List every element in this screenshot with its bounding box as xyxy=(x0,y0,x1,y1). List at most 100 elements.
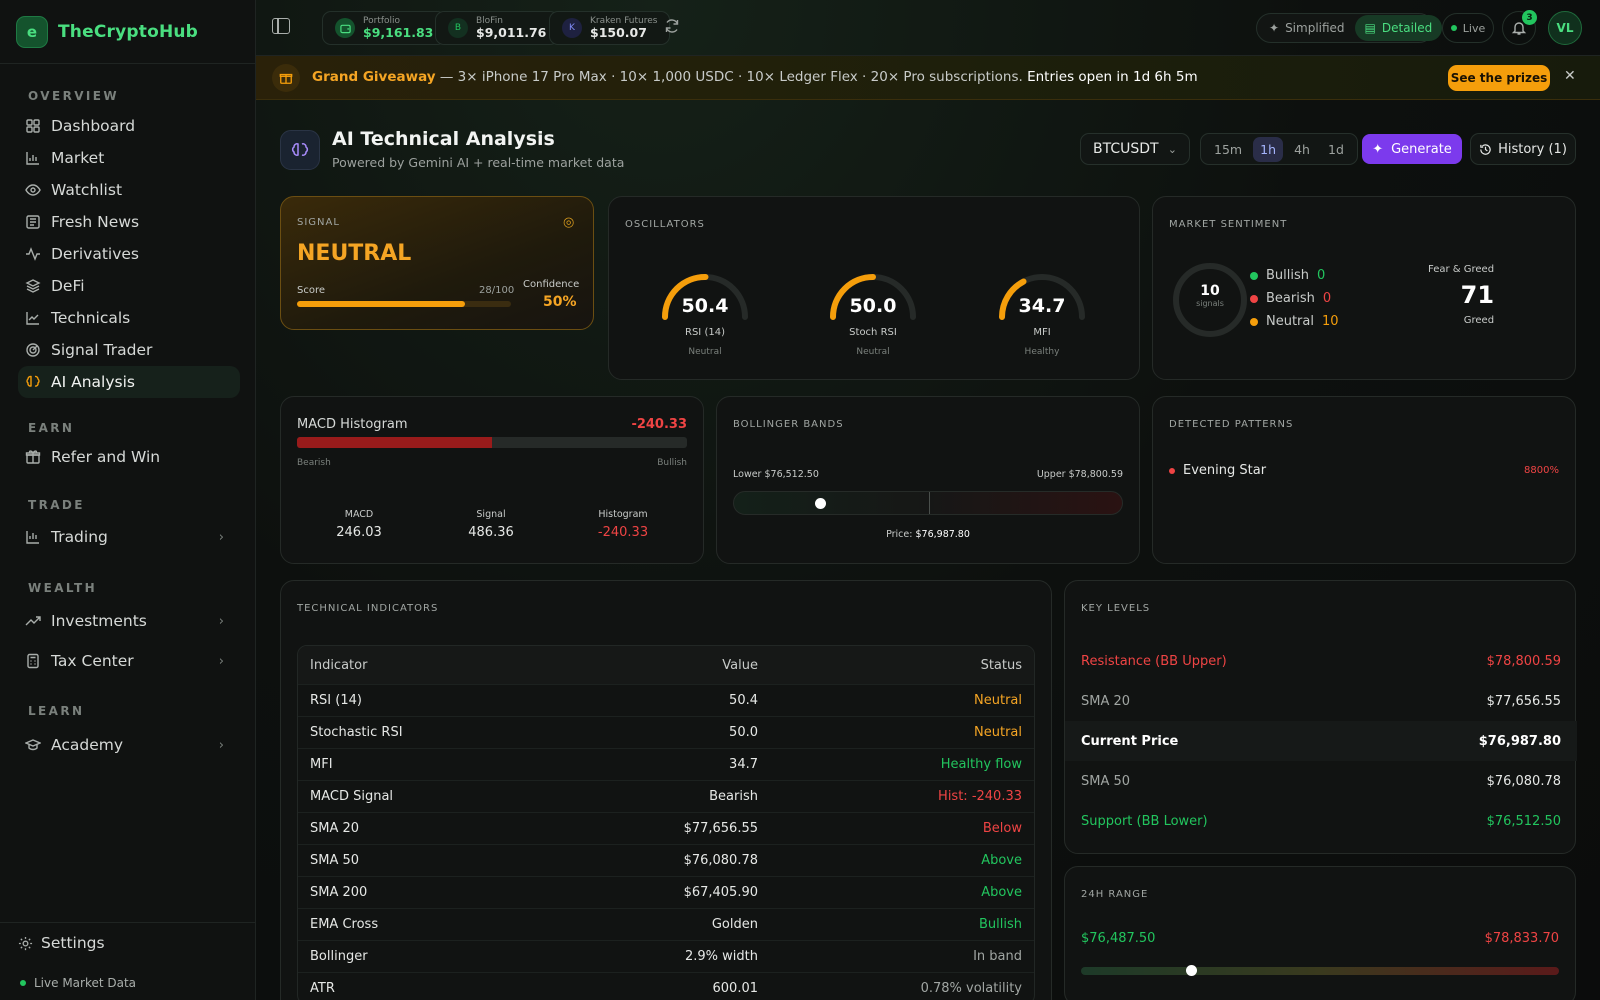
indicator-name: MFI xyxy=(310,757,333,772)
indicator-name: ATR xyxy=(310,981,335,996)
mode-detailed[interactable]: ▤ Detailed xyxy=(1354,15,1443,41)
indicator-status: Neutral xyxy=(974,693,1022,708)
history-button[interactable]: History (1) xyxy=(1470,133,1576,165)
chevron-right-icon: › xyxy=(218,529,224,545)
account-blofin[interactable]: B BloFin $9,011.76 xyxy=(435,11,560,45)
sparkle-icon: ✦ xyxy=(1269,21,1280,35)
signals-count: 10 xyxy=(1200,283,1220,299)
generate-button[interactable]: ✦ Generate xyxy=(1362,134,1462,164)
key-level-value: $76,512.50 xyxy=(1486,813,1561,829)
key-level-row: Support (BB Lower) $76,512.50 xyxy=(1065,801,1577,841)
signals-ring: 10 signals xyxy=(1173,263,1247,337)
table-row: SMA 200 $67,405.90 Above xyxy=(298,876,1034,908)
target-icon: ◎ xyxy=(563,215,575,230)
mode-simplified[interactable]: ✦ Simplified xyxy=(1259,15,1355,41)
indicator-value: 34.7 xyxy=(729,757,758,772)
sidebar-item-fresh-news[interactable]: Fresh News xyxy=(18,206,240,238)
timeframe-1d[interactable]: 1d xyxy=(1321,137,1351,162)
gauge-rsi: 50.4 RSI (14) Neutral xyxy=(657,269,753,357)
sidebar-item-watchlist[interactable]: Watchlist xyxy=(18,174,240,206)
key-level-row: SMA 20 $77,656.55 xyxy=(1065,681,1577,721)
sidebar-item-technicals[interactable]: Technicals xyxy=(18,302,240,334)
card-caption: SIGNAL xyxy=(297,217,340,228)
settings-button[interactable]: Settings xyxy=(18,934,105,952)
chevron-right-icon: › xyxy=(218,653,224,669)
indicator-name: Stochastic RSI xyxy=(310,725,403,740)
fear-greed: Fear & Greed 71 Greed xyxy=(1428,264,1494,326)
gauge-stoch-rsi: 50.0 Stoch RSI Neutral xyxy=(825,269,921,357)
timeframe-15m[interactable]: 15m xyxy=(1207,137,1249,162)
trading-icon xyxy=(24,529,41,546)
indicator-status: Bullish xyxy=(978,917,1022,932)
sentiment-label: Neutral xyxy=(1266,314,1314,329)
timeframe-4h[interactable]: 4h xyxy=(1287,137,1317,162)
account-value: $9,011.76 xyxy=(476,25,547,40)
layers-icon xyxy=(24,278,41,295)
bullish-dot-icon xyxy=(1250,271,1258,280)
banner-countdown: Entries open in 1d 6h 5m xyxy=(1027,69,1198,85)
page-subtitle: Powered by Gemini AI + real-time market … xyxy=(332,155,625,170)
live-dot-icon xyxy=(1450,25,1457,31)
refresh-icon[interactable] xyxy=(664,18,680,38)
history-icon xyxy=(1479,143,1492,156)
indicator-status: Below xyxy=(982,821,1022,836)
bb-upper: Upper $78,800.59 xyxy=(1036,469,1123,480)
sidebar-item-academy[interactable]: Academy › xyxy=(18,729,240,761)
indicator-name: MACD Signal xyxy=(310,789,394,804)
score-bar xyxy=(297,301,511,307)
table-row: SMA 50 $76,080.78 Above xyxy=(298,844,1034,876)
account-kraken-futures[interactable]: K Kraken Futures $150.07 xyxy=(549,11,671,45)
sidebar-item-label: AI Analysis xyxy=(51,373,135,391)
sidebar-item-signal-trader[interactable]: Signal Trader xyxy=(18,334,240,366)
mode-label: Simplified xyxy=(1285,21,1345,35)
sidebar-divider xyxy=(0,63,256,64)
technical-indicators-card: TECHNICAL INDICATORS Indicator Value Sta… xyxy=(280,580,1052,1000)
indicator-value: $77,656.55 xyxy=(683,821,758,836)
sidebar-item-tax-center[interactable]: Tax Center › xyxy=(18,645,240,677)
sidebar-item-ai-analysis[interactable]: AI Analysis xyxy=(18,366,240,398)
account-portfolio[interactable]: Portfolio $9,161.83 xyxy=(322,11,447,45)
indicator-value: 50.4 xyxy=(729,693,758,708)
sentiment-count: 10 xyxy=(1321,314,1339,329)
trend-up-icon xyxy=(24,613,41,630)
notifications-button[interactable]: 3 xyxy=(1502,10,1537,45)
bullish-label: Bullish xyxy=(657,458,687,468)
pair-value: BTCUSDT xyxy=(1093,141,1159,157)
indicator-status: Above xyxy=(981,885,1022,900)
sidebar-item-defi[interactable]: DeFi xyxy=(18,270,240,302)
range-high: $78,833.70 xyxy=(1484,931,1559,946)
macd-bar-fill xyxy=(297,437,492,448)
sidebar-item-trading[interactable]: Trading › xyxy=(18,521,240,553)
sidebar: e TheCryptoHub OVERVIEW Dashboard Market W… xyxy=(0,0,256,1000)
live-dot-icon xyxy=(20,980,26,986)
see-prizes-button[interactable]: See the prizes xyxy=(1448,65,1550,91)
gauge-value: 50.4 xyxy=(681,295,729,317)
close-icon[interactable]: ✕ xyxy=(1564,68,1576,84)
sidebar-item-label: Tax Center xyxy=(51,652,134,670)
chevron-right-icon: › xyxy=(218,737,224,753)
sidebar-item-dashboard[interactable]: Dashboard xyxy=(18,110,240,142)
bb-price-label: Price: xyxy=(886,529,913,540)
live-market-status: Live Market Data xyxy=(20,976,136,990)
avatar[interactable]: VL xyxy=(1548,11,1582,45)
logo[interactable]: e TheCryptoHub xyxy=(16,16,198,48)
sidebar-item-refer-and-win[interactable]: Refer and Win xyxy=(18,441,240,473)
timeframe-1h[interactable]: 1h xyxy=(1253,136,1284,162)
oscillators-card: OSCILLATORS 50.4 RSI (14) Neutral 50.0 S… xyxy=(608,196,1140,380)
macd-stat-label: MACD xyxy=(344,509,374,520)
sidebar-toggle-icon[interactable] xyxy=(272,18,290,34)
sidebar-item-derivatives[interactable]: Derivatives xyxy=(18,238,240,270)
indicator-value: 2.9% width xyxy=(685,949,758,964)
sidebar-item-market[interactable]: Market xyxy=(18,142,240,174)
sidebar-item-investments[interactable]: Investments › xyxy=(18,605,240,637)
pair-select[interactable]: BTCUSDT ⌄ xyxy=(1080,133,1190,165)
table-row: Bollinger 2.9% width In band xyxy=(298,940,1034,972)
macd-title: MACD Histogram xyxy=(297,417,408,432)
sidebar-item-label: Technicals xyxy=(51,309,131,327)
notification-count-badge: 3 xyxy=(1522,10,1537,25)
table-row: MFI 34.7 Healthy flow xyxy=(298,748,1034,780)
24h-range-card: 24H RANGE $76,487.50 $78,833.70 xyxy=(1064,866,1576,1000)
key-level-value: $78,800.59 xyxy=(1486,653,1561,669)
live-indicator[interactable]: Live xyxy=(1442,13,1494,43)
indicator-status: Healthy flow xyxy=(940,757,1022,772)
